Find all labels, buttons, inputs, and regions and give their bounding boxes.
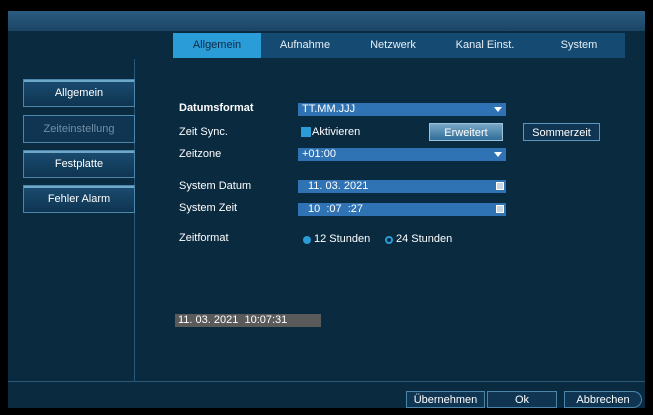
dvr-settings-screen: Allgemein Aufnahme Netzwerk Kanal Einst.…	[8, 11, 645, 408]
sidebar-divider	[134, 59, 135, 381]
footer-divider	[8, 381, 645, 382]
tab-aufnahme[interactable]: Aufnahme	[261, 33, 349, 58]
datumsformat-value: TT.MM.JJJ	[302, 103, 356, 115]
systemdatum-value: 11. 03. 2021	[308, 180, 369, 192]
cancel-button[interactable]: Abbrechen	[564, 391, 642, 408]
live-clock: 11. 03. 2021 10:07:31	[175, 314, 321, 327]
sidebar-item-zeiteinstellung[interactable]: Zeiteinstellung	[23, 115, 135, 143]
sommerzeit-button[interactable]: Sommerzeit	[523, 123, 600, 141]
datumsformat-select[interactable]: TT.MM.JJJ	[298, 103, 506, 116]
sidebar-item-fehler-alarm[interactable]: Fehler Alarm	[23, 185, 135, 213]
clock-icon[interactable]	[496, 205, 504, 213]
systemdatum-label: System Datum	[179, 180, 252, 192]
datumsformat-label: Datumsformat	[179, 102, 254, 114]
sidebar-item-allgemein[interactable]: Allgemein	[23, 79, 135, 107]
calendar-icon[interactable]	[496, 182, 504, 190]
zeitzone-select[interactable]: +01:00	[298, 148, 506, 161]
aktivieren-label: Aktivieren	[312, 126, 361, 138]
systemdatum-input[interactable]: 11. 03. 2021	[298, 180, 506, 193]
tab-system[interactable]: System	[533, 33, 625, 58]
erweitert-button[interactable]: Erweitert	[429, 123, 503, 141]
systemzeit-label: System Zeit	[179, 202, 238, 214]
apply-button[interactable]: Übernehmen	[406, 391, 485, 408]
radio-12-label: 12 Stunden	[314, 233, 371, 245]
zeitzone-value: +01:00	[302, 148, 336, 160]
sidebar-item-festplatte[interactable]: Festplatte	[23, 150, 135, 178]
zeitformat-label: Zeitformat	[179, 232, 229, 244]
zeitsync-label: Zeit Sync.	[179, 126, 228, 138]
systemzeit-input[interactable]: 10 :07 :27	[298, 203, 506, 216]
tab-netzwerk[interactable]: Netzwerk	[349, 33, 437, 58]
radio-24-stunden[interactable]	[385, 236, 393, 244]
tab-bar: Allgemein Aufnahme Netzwerk Kanal Einst.…	[173, 33, 625, 58]
title-bar	[8, 11, 645, 31]
radio-24-label: 24 Stunden	[396, 233, 453, 245]
chevron-down-icon	[494, 152, 502, 157]
ok-button[interactable]: Ok	[487, 391, 557, 408]
zeitzone-label: Zeitzone	[179, 148, 222, 160]
tab-allgemein[interactable]: Allgemein	[173, 33, 261, 58]
tab-kanal-einst[interactable]: Kanal Einst.	[437, 33, 533, 58]
chevron-down-icon	[494, 107, 502, 112]
systemzeit-value: 10 :07 :27	[308, 203, 364, 215]
radio-12-stunden[interactable]	[303, 236, 311, 244]
aktivieren-checkbox[interactable]	[301, 127, 311, 137]
